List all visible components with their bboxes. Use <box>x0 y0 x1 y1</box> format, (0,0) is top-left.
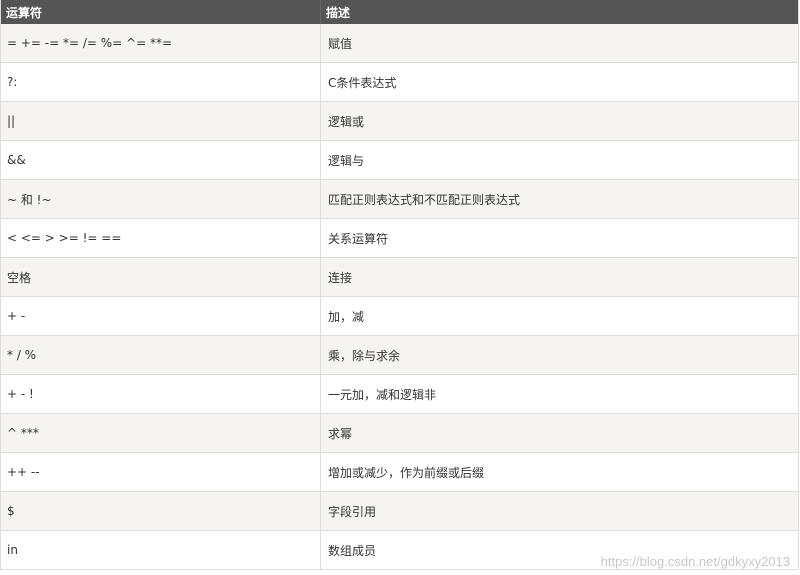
description-cell: 赋值 <box>320 24 798 62</box>
operator-cell: = += -= *= /= %= ^= **= <box>7 36 173 50</box>
table-row: ?: C条件表达式 <box>1 63 798 102</box>
table-row: || 逻辑或 <box>1 102 798 141</box>
operator-cell: + - ! <box>7 387 34 401</box>
table-row: + - ! 一元加，减和逻辑非 <box>1 375 798 414</box>
description-cell: 连接 <box>320 258 798 296</box>
operator-cell: && <box>7 153 26 167</box>
table-row: ~ 和 !~ 匹配正则表达式和不匹配正则表达式 <box>1 180 798 219</box>
table-row: 空格 连接 <box>1 258 798 297</box>
operator-cell: < <= > >= != == <box>7 231 122 245</box>
table-row: $ 字段引用 <box>1 492 798 531</box>
operator-cell: || <box>7 114 16 128</box>
description-cell: 加，减 <box>320 297 798 335</box>
operator-cell: $ <box>7 504 15 518</box>
table-header: 运算符 描述 <box>1 0 798 24</box>
header-operator: 运算符 <box>6 5 43 20</box>
description-cell: 乘，除与求余 <box>320 336 798 374</box>
description-cell: 关系运算符 <box>320 219 798 257</box>
description-cell: 一元加，减和逻辑非 <box>320 375 798 413</box>
operator-cell: in <box>7 543 18 557</box>
table-row: ^ *** 求幂 <box>1 414 798 453</box>
table-row: * / % 乘，除与求余 <box>1 336 798 375</box>
description-cell: 匹配正则表达式和不匹配正则表达式 <box>320 180 798 218</box>
operator-cell: ^ *** <box>7 426 39 440</box>
table-row: + - 加，减 <box>1 297 798 336</box>
description-cell: 求幂 <box>320 414 798 452</box>
watermark: https://blog.csdn.net/gdkyxy2013 <box>600 554 790 569</box>
description-cell: 字段引用 <box>320 492 798 530</box>
operator-cell: 空格 <box>7 270 32 285</box>
description-cell: 增加或减少，作为前缀或后缀 <box>320 453 798 491</box>
description-cell: 逻辑与 <box>320 141 798 179</box>
header-description: 描述 <box>320 0 798 24</box>
table-row: < <= > >= != == 关系运算符 <box>1 219 798 258</box>
table-row: = += -= *= /= %= ^= **= 赋值 <box>1 24 798 63</box>
description-cell: C条件表达式 <box>320 63 798 101</box>
table-row: && 逻辑与 <box>1 141 798 180</box>
operator-cell: + - <box>7 309 26 323</box>
operator-cell: ~ 和 !~ <box>7 192 52 207</box>
operator-cell: * / % <box>7 348 37 362</box>
description-cell: 逻辑或 <box>320 102 798 140</box>
table-row: ++ -- 增加或减少，作为前缀或后缀 <box>1 453 798 492</box>
operator-cell: ?: <box>7 75 18 89</box>
operator-table: 运算符 描述 = += -= *= /= %= ^= **= 赋值 ?: C条件… <box>0 0 799 570</box>
operator-cell: ++ -- <box>7 465 40 479</box>
